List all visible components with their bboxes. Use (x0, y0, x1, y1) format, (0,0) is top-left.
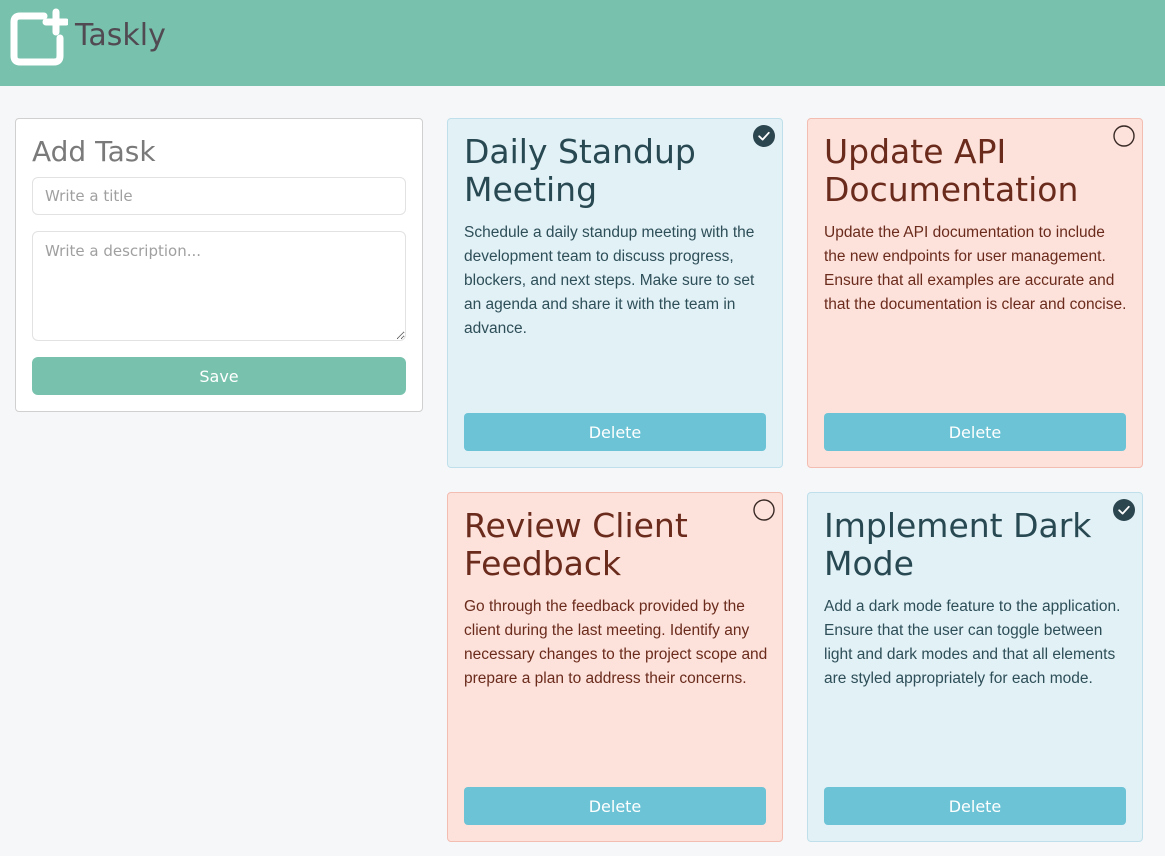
task-description-input[interactable] (32, 231, 406, 341)
delete-button[interactable]: Delete (824, 787, 1126, 825)
task-title: Update API Documentation (824, 132, 1079, 209)
task-card: Daily Standup Meeting Schedule a daily s… (447, 118, 783, 468)
add-task-panel: Add Task Save (15, 118, 423, 412)
task-card: Implement Dark Mode Add a dark mode feat… (807, 492, 1143, 842)
task-title: Review Client Feedback (464, 506, 688, 583)
task-title: Implement Dark Mode (824, 506, 1092, 583)
save-button[interactable]: Save (32, 357, 406, 395)
checked-circle-icon[interactable] (753, 125, 775, 147)
checked-circle-icon[interactable] (1113, 499, 1135, 521)
task-description: Add a dark mode feature to the applicati… (824, 598, 1121, 687)
delete-button[interactable]: Delete (464, 413, 766, 451)
task-description: Go through the feedback provided by the … (464, 598, 768, 687)
task-title: Daily Standup Meeting (464, 132, 696, 209)
task-card: Review Client Feedback Go through the fe… (447, 492, 783, 842)
delete-button[interactable]: Delete (824, 413, 1126, 451)
task-description: Update the API documentation to include … (824, 224, 1127, 313)
empty-circle-icon[interactable] (753, 499, 775, 521)
empty-circle-icon[interactable] (1113, 125, 1135, 147)
app-header: Taskly (0, 0, 1165, 86)
task-description: Schedule a daily standup meeting with th… (464, 224, 755, 337)
app-title: Taskly (75, 18, 166, 53)
task-card: Update API Documentation Update the API … (807, 118, 1143, 468)
delete-button[interactable]: Delete (464, 787, 766, 825)
add-task-heading: Add Task (32, 135, 156, 168)
add-square-icon (10, 8, 68, 66)
task-title-input[interactable] (32, 177, 406, 215)
